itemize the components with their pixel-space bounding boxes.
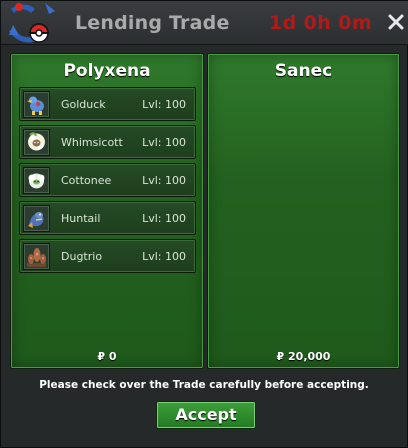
pokemon-level: Lvl: 100	[142, 174, 186, 187]
left-offer-money: ₽ 0	[97, 350, 117, 363]
accept-button[interactable]: Accept	[156, 401, 256, 429]
pokemon-level: Lvl: 100	[142, 136, 186, 149]
left-trade-panel: Polyxena Golduck Lvl: 100 Whimsicott Lvl…	[10, 53, 204, 369]
pokemon-name: Whimsicott	[61, 136, 123, 149]
golduck-sprite-icon	[23, 91, 50, 118]
pokemon-level: Lvl: 100	[142, 250, 186, 263]
pokemon-slot-whimsicott[interactable]: Whimsicott Lvl: 100	[19, 125, 196, 159]
pokemon-slot-cottonee[interactable]: Cottonee Lvl: 100	[19, 163, 196, 197]
pokemon-slot-dugtrio[interactable]: Dugtrio Lvl: 100	[19, 239, 196, 273]
whimsicott-sprite-icon	[23, 129, 50, 156]
left-pokemon-list: Golduck Lvl: 100 Whimsicott Lvl: 100 Cot…	[19, 87, 196, 277]
right-trainer-name: Sanec	[274, 61, 333, 81]
left-trainer-name: Polyxena	[63, 61, 151, 81]
pokemon-name: Cottonee	[61, 174, 112, 187]
pokemon-name: Dugtrio	[61, 250, 103, 263]
pokemon-level: Lvl: 100	[142, 98, 186, 111]
lending-trade-window: Lending Trade 1d 0h 0m Polyxena Golduck …	[0, 0, 408, 448]
trade-notice: Please check over the Trade carefully be…	[39, 379, 369, 391]
cottonee-sprite-icon	[23, 167, 50, 194]
title-bar[interactable]: Lending Trade 1d 0h 0m	[1, 1, 408, 45]
window-title: Lending Trade	[75, 12, 230, 34]
pokemon-slot-golduck[interactable]: Golduck Lvl: 100	[19, 87, 196, 121]
pokeball-trade-logo-icon	[9, 3, 55, 43]
pokemon-name: Huntail	[61, 212, 101, 225]
dugtrio-sprite-icon	[23, 243, 50, 270]
trade-timer: 1d 0h 0m	[269, 12, 373, 34]
close-icon[interactable]	[387, 13, 405, 31]
right-offer-money: ₽ 20,000	[276, 350, 331, 363]
pokemon-slot-huntail[interactable]: Huntail Lvl: 100	[19, 201, 196, 235]
huntail-sprite-icon	[23, 205, 50, 232]
pokemon-name: Golduck	[61, 98, 106, 111]
pokemon-level: Lvl: 100	[142, 212, 186, 225]
right-trade-panel: Sanec ₽ 20,000	[207, 53, 400, 369]
